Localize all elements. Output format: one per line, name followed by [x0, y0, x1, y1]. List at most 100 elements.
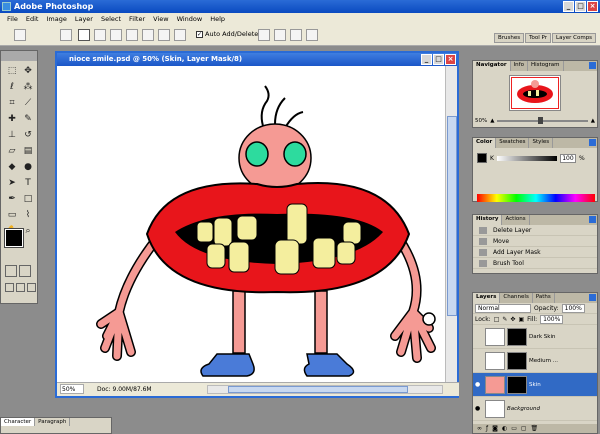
tab-paragraph[interactable]: Paragraph [35, 418, 71, 426]
menu-select[interactable]: Select [97, 13, 125, 25]
auto-add-delete-checkbox[interactable]: ✓ [196, 30, 203, 38]
screen-mode-standard-icon[interactable] [5, 283, 14, 292]
doc-minimize-button[interactable]: _ [421, 54, 432, 65]
tab-channels[interactable]: Channels [500, 293, 533, 303]
move-icon[interactable]: ✥ [21, 64, 35, 78]
zoom-slider[interactable] [497, 117, 588, 124]
vertical-scrollbar[interactable] [445, 66, 457, 384]
add-mask-icon[interactable]: ◙ [492, 424, 498, 433]
menu-layer[interactable]: Layer [71, 13, 97, 25]
tab-styles[interactable]: Styles [529, 138, 554, 148]
horizontal-scrollbar[interactable] [207, 385, 443, 394]
layer-mask-thumbnail[interactable] [507, 375, 527, 394]
menu-edit[interactable]: Edit [22, 13, 43, 25]
k-value-field[interactable]: 100 [559, 153, 576, 163]
vertical-scroll-thumb[interactable] [447, 116, 457, 316]
color-foreground-swatch[interactable] [477, 153, 487, 163]
doc-size[interactable]: Doc: 9.00M/87.6M [97, 383, 152, 396]
well-tool-presets[interactable]: Tool Pr [525, 33, 552, 43]
lock-image-icon[interactable]: ✎ [502, 316, 507, 323]
rectangle-icon[interactable]: □ [21, 192, 35, 206]
layer-row[interactable]: Medium ... [473, 349, 597, 373]
pen-tool-preset-button[interactable] [14, 29, 26, 41]
rounded-rectangle-button[interactable] [126, 29, 138, 41]
panel-menu-icon[interactable] [589, 62, 596, 69]
zoom-slider-handle[interactable] [538, 117, 544, 124]
history-item[interactable]: Delete Layer [473, 225, 597, 236]
panel-menu-icon[interactable] [589, 294, 596, 301]
menu-file[interactable]: File [3, 13, 22, 25]
pen-icon[interactable]: ✒ [5, 192, 19, 206]
history-brush-icon[interactable]: ↺ [21, 128, 35, 142]
zoom-in-icon[interactable]: ▲ [591, 118, 595, 124]
image-canvas[interactable] [57, 66, 447, 384]
panel-menu-icon[interactable] [589, 216, 596, 223]
eyedropper-icon[interactable]: ⌇ [21, 208, 35, 222]
crop-icon[interactable]: ⌗ [5, 96, 19, 110]
adjustment-layer-icon[interactable]: ◐ [502, 424, 507, 433]
layer-mask-thumbnail[interactable] [507, 327, 527, 346]
tab-layers[interactable]: Layers [473, 293, 501, 303]
tab-navigator[interactable]: Navigator [473, 61, 511, 71]
intersect-path-button[interactable] [290, 29, 302, 41]
k-slider[interactable] [496, 155, 557, 161]
magic-wand-icon[interactable]: ⁂ [21, 80, 35, 94]
tab-histogram[interactable]: Histogram [528, 61, 564, 71]
menu-image[interactable]: Image [42, 13, 70, 25]
auto-add-delete-option[interactable]: ✓ Auto Add/Delete [196, 30, 258, 38]
type-icon[interactable]: T [21, 176, 35, 190]
zoom-out-icon[interactable]: ▲ [490, 118, 494, 124]
brush-icon[interactable]: ✎ [21, 112, 35, 126]
navigator-zoom[interactable]: 50% [475, 118, 487, 124]
lock-position-icon[interactable]: ✥ [510, 316, 515, 323]
horizontal-scroll-thumb[interactable] [228, 386, 408, 393]
shape-layers-button[interactable] [60, 29, 72, 41]
custom-shape-button[interactable] [174, 29, 186, 41]
foreground-color[interactable] [4, 228, 24, 248]
screen-mode-full-icon[interactable] [27, 283, 36, 292]
lock-transparent-icon[interactable]: □ [494, 316, 500, 323]
zoom-field[interactable]: 50% [60, 384, 84, 394]
slice-icon[interactable]: ⟋ [21, 96, 35, 110]
document-titlebar[interactable]: nioce smile.psd @ 50% (Skin, Layer Mask/… [57, 53, 457, 66]
clone-stamp-icon[interactable]: ⊥ [5, 128, 19, 142]
tab-swatches[interactable]: Swatches [496, 138, 530, 148]
tab-history[interactable]: History [473, 215, 503, 225]
add-path-button[interactable] [258, 29, 270, 41]
tab-actions[interactable]: Actions [502, 215, 530, 225]
fill-field[interactable]: 100% [540, 314, 564, 324]
gradient-icon[interactable]: ▤ [21, 144, 35, 158]
layer-mask-thumbnail[interactable] [507, 351, 527, 370]
toolbox-grip[interactable] [1, 51, 37, 61]
ellipse-button[interactable] [142, 29, 154, 41]
tab-character[interactable]: Character [1, 418, 36, 426]
path-selection-icon[interactable]: ➤ [5, 176, 19, 190]
menu-window[interactable]: Window [173, 13, 207, 25]
menu-filter[interactable]: Filter [125, 13, 149, 25]
doc-maximize-button[interactable]: □ [433, 54, 444, 65]
layer-row-selected[interactable]: ● Skin [473, 373, 597, 397]
lock-all-icon[interactable]: ▣ [518, 316, 524, 323]
eye-icon[interactable]: ● [475, 381, 483, 388]
blend-mode-select[interactable]: Normal [475, 303, 531, 313]
tab-paths[interactable]: Paths [533, 293, 555, 303]
opacity-field[interactable]: 100% [561, 303, 585, 313]
notes-icon[interactable]: ▭ [5, 208, 19, 222]
paths-button[interactable] [78, 29, 90, 41]
quick-mask-icon[interactable] [19, 265, 31, 277]
subtract-path-button[interactable] [274, 29, 286, 41]
tab-color[interactable]: Color [473, 138, 497, 148]
new-group-icon[interactable]: ▭ [511, 424, 517, 433]
exclude-path-button[interactable] [306, 29, 318, 41]
layer-style-icon[interactable]: ƒ [486, 424, 488, 433]
doc-close-button[interactable]: × [445, 54, 456, 65]
screen-mode-full-menu-icon[interactable] [16, 283, 25, 292]
color-spectrum[interactable] [477, 194, 595, 202]
minimize-button[interactable]: _ [563, 1, 574, 12]
polygon-button[interactable] [158, 29, 170, 41]
eye-icon[interactable]: ● [475, 405, 483, 412]
lasso-icon[interactable]: ℓ [5, 80, 19, 94]
history-item[interactable]: Move [473, 236, 597, 247]
blur-icon[interactable]: ◆ [5, 160, 19, 174]
layer-row[interactable]: Dark Skin [473, 325, 597, 349]
